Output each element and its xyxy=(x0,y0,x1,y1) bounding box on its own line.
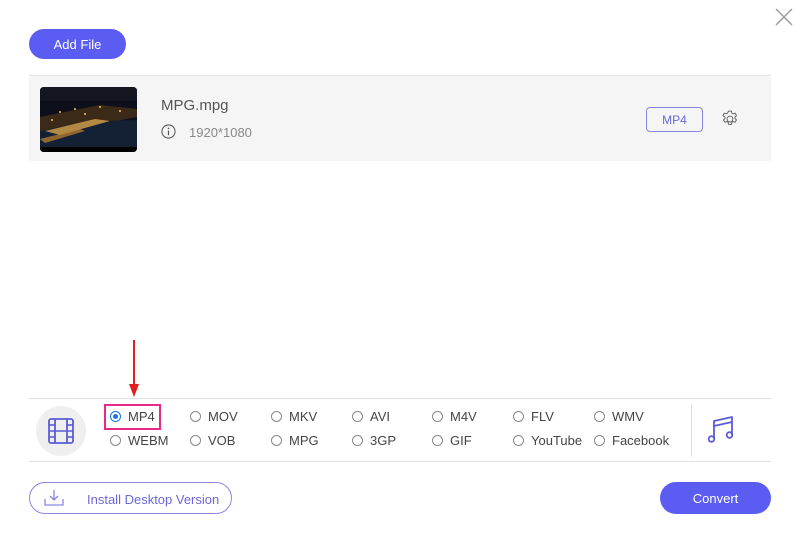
format-selection-panel: MP4 MOV MKV AVI M4V FLV WMV WEBM VOB MPG… xyxy=(29,398,771,462)
video-thumbnail xyxy=(40,87,137,152)
format-option-flv[interactable]: FLV xyxy=(513,409,554,424)
output-format-button[interactable]: MP4 xyxy=(646,107,703,132)
format-option-mp4[interactable]: MP4 xyxy=(110,409,155,424)
close-button[interactable] xyxy=(774,7,794,27)
file-resolution: 1920*1080 xyxy=(189,125,252,140)
format-option-youtube[interactable]: YouTube xyxy=(513,433,582,448)
radio-button[interactable] xyxy=(432,435,443,446)
format-option-mov[interactable]: MOV xyxy=(190,409,238,424)
format-option-m4v[interactable]: M4V xyxy=(432,409,477,424)
file-list-item: MPG.mpg 1920*1080 MP4 xyxy=(29,75,771,161)
radio-button[interactable] xyxy=(432,411,443,422)
install-desktop-version-button[interactable]: Install Desktop Version xyxy=(29,482,232,514)
radio-button[interactable] xyxy=(352,435,363,446)
annotation-arrow xyxy=(129,340,139,397)
close-icon xyxy=(775,8,793,26)
format-option-mkv[interactable]: MKV xyxy=(271,409,317,424)
radio-button[interactable] xyxy=(352,411,363,422)
gear-icon[interactable] xyxy=(720,109,740,129)
add-file-button[interactable]: Add File xyxy=(29,29,126,59)
radio-button[interactable] xyxy=(594,411,605,422)
panel-divider xyxy=(691,405,692,457)
radio-button[interactable] xyxy=(594,435,605,446)
format-option-avi[interactable]: AVI xyxy=(352,409,390,424)
radio-button[interactable] xyxy=(271,435,282,446)
format-option-facebook[interactable]: Facebook xyxy=(594,433,669,448)
format-option-wmv[interactable]: WMV xyxy=(594,409,644,424)
radio-button[interactable] xyxy=(110,411,121,422)
info-icon[interactable] xyxy=(161,124,176,139)
radio-button[interactable] xyxy=(190,411,201,422)
radio-button[interactable] xyxy=(513,435,524,446)
convert-button[interactable]: Convert xyxy=(660,482,771,514)
radio-button[interactable] xyxy=(190,435,201,446)
film-icon xyxy=(48,418,74,444)
format-option-3gp[interactable]: 3GP xyxy=(352,433,396,448)
file-name: MPG.mpg xyxy=(161,97,229,114)
format-option-gif[interactable]: GIF xyxy=(432,433,472,448)
video-format-tab[interactable] xyxy=(36,406,86,456)
download-icon xyxy=(44,490,64,506)
format-option-mpg[interactable]: MPG xyxy=(271,433,319,448)
music-note-icon[interactable] xyxy=(705,412,741,448)
format-option-vob[interactable]: VOB xyxy=(190,433,235,448)
radio-button[interactable] xyxy=(513,411,524,422)
radio-button[interactable] xyxy=(271,411,282,422)
format-option-webm[interactable]: WEBM xyxy=(110,433,168,448)
radio-button[interactable] xyxy=(110,435,121,446)
